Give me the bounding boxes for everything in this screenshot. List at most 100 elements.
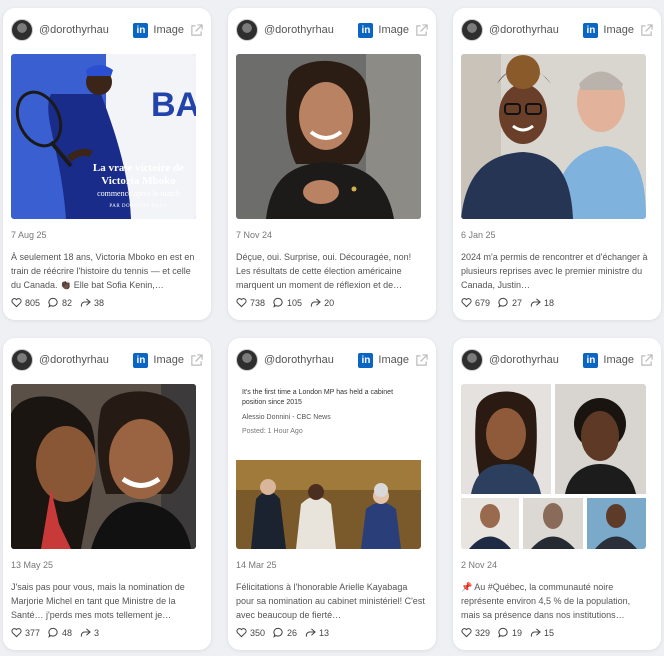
post-type-label: Image: [603, 24, 634, 36]
like-count: 738: [236, 297, 265, 308]
author-handle[interactable]: @dorothyrhau: [489, 24, 583, 36]
post-card[interactable]: @dorothyrhau in Image BA La vraie victoi…: [3, 8, 211, 320]
post-card[interactable]: @dorothyrhau in Image It's the first tim…: [228, 338, 436, 650]
post-stats: 679 27 18: [461, 297, 562, 308]
post-date: 14 Mar 25: [236, 560, 277, 570]
share-count: 15: [530, 627, 554, 638]
post-date: 7 Nov 24: [236, 230, 273, 240]
post-card[interactable]: @dorothyrhau in Image 13 May 25 J'sais p…: [3, 338, 211, 650]
heart-icon: [236, 628, 247, 638]
post-stats: 329 19 15: [461, 627, 562, 638]
post-text[interactable]: 2024 m'a permis de rencontrer et d'échan…: [461, 250, 651, 292]
external-link-icon[interactable]: [190, 353, 203, 367]
image-caption: La vraie victoire de Victoria Mboko comm…: [91, 162, 186, 209]
likes-value: 738: [250, 297, 266, 308]
post-text[interactable]: Déçue, oui. Surprise, oui. Découragée, n…: [236, 250, 426, 292]
share-count: 18: [530, 297, 554, 308]
woman-portrait-photo[interactable]: [236, 54, 421, 219]
likes-value: 805: [25, 297, 41, 308]
author-handle[interactable]: @dorothyrhau: [489, 354, 583, 366]
shares-value: 13: [319, 627, 330, 638]
shares-value: 3: [94, 627, 100, 638]
comments-value: 105: [287, 297, 303, 308]
share-count: 13: [305, 627, 329, 638]
heart-icon: [11, 628, 22, 638]
post-grid: @dorothyrhau in Image BA La vraie victoi…: [0, 0, 664, 656]
post-type-label: Image: [153, 354, 184, 366]
avatar[interactable]: [461, 19, 483, 41]
external-link-icon[interactable]: [640, 23, 653, 37]
linkedin-icon: in: [358, 352, 374, 368]
post-text[interactable]: J'sais pas pour vous, mais la nomination…: [11, 580, 201, 622]
author-handle[interactable]: @dorothyrhau: [264, 354, 358, 366]
post-card[interactable]: @dorothyrhau in Image 2 Nov 24 📌 Au #Qué…: [453, 338, 661, 650]
avatar[interactable]: [236, 19, 258, 41]
shares-value: 15: [544, 627, 555, 638]
comments-value: 26: [287, 627, 298, 638]
post-text[interactable]: Félicitations à l'honorable Arielle Kaya…: [236, 580, 426, 622]
news-headline-box: It's the first time a London MP has held…: [236, 384, 421, 460]
comment-icon: [273, 297, 283, 308]
post-card[interactable]: @dorothyrhau in Image 6 Jan 25 2024 m'a …: [453, 8, 661, 320]
comment-icon: [273, 627, 283, 638]
shares-value: 20: [324, 297, 335, 308]
author-handle[interactable]: @dorothyrhau: [39, 354, 133, 366]
share-icon: [305, 628, 316, 637]
linkedin-icon: in: [133, 22, 149, 38]
share-icon: [80, 298, 91, 307]
linkedin-icon: in: [583, 22, 599, 38]
like-count: 805: [11, 297, 40, 308]
tennis-player-photo[interactable]: BA La vraie victoire de Victoria Mboko c…: [11, 54, 196, 219]
external-link-icon[interactable]: [415, 353, 428, 367]
comment-icon: [48, 627, 58, 638]
avatar[interactable]: [11, 349, 33, 371]
news-posted: Posted: 1 Hour Ago: [242, 428, 303, 435]
post-header: @dorothyrhau in Image: [461, 348, 653, 372]
like-count: 350: [236, 627, 265, 638]
author-handle[interactable]: @dorothyrhau: [39, 24, 133, 36]
shares-value: 18: [544, 297, 555, 308]
post-card[interactable]: @dorothyrhau in Image 7 Nov 24 Déçue, ou…: [228, 8, 436, 320]
post-stats: 738 105 20: [236, 297, 342, 308]
caption-title: La vraie victoire de Victoria Mboko: [92, 162, 185, 187]
avatar[interactable]: [236, 349, 258, 371]
post-header: @dorothyrhau in Image: [11, 18, 203, 42]
comment-count: 27: [498, 297, 522, 308]
avatar[interactable]: [461, 349, 483, 371]
post-stats: 805 82 38: [11, 297, 112, 308]
external-link-icon[interactable]: [640, 353, 653, 367]
like-count: 679: [461, 297, 490, 308]
two-women-photo[interactable]: [11, 384, 196, 549]
comment-count: 48: [48, 627, 72, 638]
likes-value: 679: [475, 297, 491, 308]
news-screenshot-photo[interactable]: It's the first time a London MP has held…: [236, 384, 421, 549]
avatar[interactable]: [11, 19, 33, 41]
caption-subtitle: commence après le match: [97, 189, 180, 198]
comments-value: 82: [62, 297, 73, 308]
like-count: 329: [461, 627, 490, 638]
news-author: Alessio Donnini - CBC News: [242, 414, 331, 421]
comment-count: 26: [273, 627, 297, 638]
external-link-icon[interactable]: [415, 23, 428, 37]
post-text[interactable]: À seulement 18 ans, Victoria Mboko en es…: [11, 250, 201, 292]
post-type-label: Image: [378, 24, 409, 36]
post-text[interactable]: 📌 Au #Québec, la communauté noire représ…: [461, 580, 651, 622]
post-type-label: Image: [153, 24, 184, 36]
comment-count: 82: [48, 297, 72, 308]
comment-icon: [48, 297, 58, 308]
heart-icon: [11, 298, 22, 308]
external-link-icon[interactable]: [190, 23, 203, 37]
portrait-collage-photo[interactable]: [461, 384, 646, 549]
heart-icon: [461, 628, 472, 638]
share-count: 38: [80, 297, 104, 308]
author-handle[interactable]: @dorothyrhau: [264, 24, 358, 36]
linkedin-icon: in: [358, 22, 374, 38]
post-stats: 377 48 3: [11, 627, 107, 638]
likes-value: 350: [250, 627, 266, 638]
post-stats: 350 26 13: [236, 627, 337, 638]
share-icon: [80, 628, 91, 637]
share-icon: [530, 628, 541, 637]
post-type-label: Image: [603, 354, 634, 366]
two-people-selfie-photo[interactable]: [461, 54, 646, 219]
news-headline: It's the first time a London MP has held…: [242, 389, 394, 406]
